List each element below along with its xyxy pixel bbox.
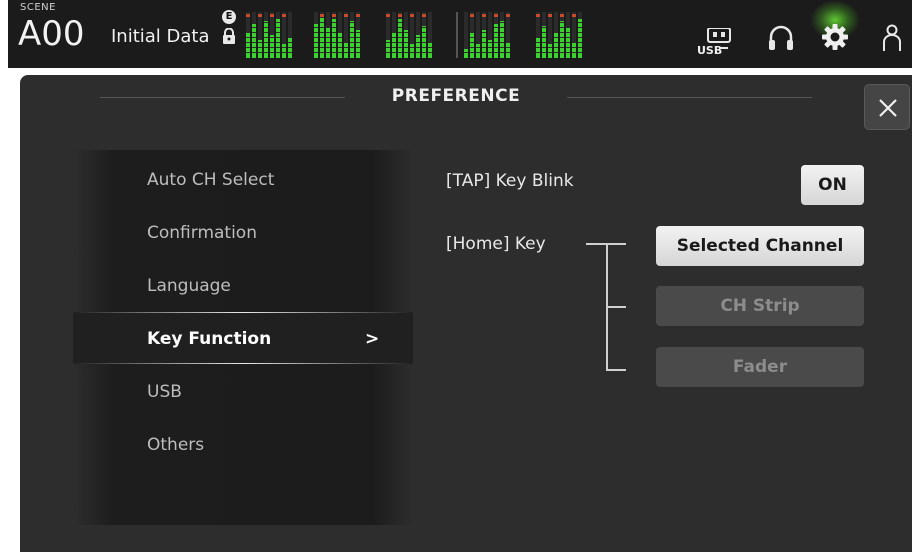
scene-label: SCENE (20, 2, 56, 13)
user-icon[interactable] (882, 24, 902, 52)
page-title: PREFERENCE (391, 86, 521, 106)
meter-channel (282, 12, 286, 58)
meter-channel (416, 12, 420, 58)
meter-channel (326, 12, 330, 58)
meter-channel (386, 12, 390, 58)
preference-menu: Auto CH Select Confirmation Language Key… (73, 150, 413, 525)
tap-key-blink-label: [TAP] Key Blink (446, 171, 574, 191)
meter-channel (464, 12, 468, 58)
top-bar: SCENE A00 Initial Data E USB (8, 0, 912, 68)
meter-channel (344, 12, 348, 58)
meter-group (314, 8, 360, 58)
home-key-label: [Home] Key (446, 234, 546, 254)
meter-channel (392, 12, 396, 58)
meter-group (386, 8, 432, 58)
meter-channel (356, 12, 360, 58)
meter-channel (470, 12, 474, 58)
edit-flag-icon: E (222, 10, 236, 24)
menu-item-others[interactable]: Others (147, 435, 204, 455)
meter-separator (456, 12, 458, 58)
usb-icon[interactable]: USB (696, 28, 732, 56)
meter-channel (482, 12, 486, 58)
meter-channel (578, 12, 582, 58)
tap-key-blink-toggle[interactable]: ON (801, 165, 864, 205)
meter-channel (566, 12, 570, 58)
meter-channel (494, 12, 498, 58)
svg-text:USB: USB (697, 44, 722, 56)
meter-channel (404, 12, 408, 58)
meter-channel (560, 12, 564, 58)
meter-channel (554, 12, 558, 58)
meter-channel (258, 12, 262, 58)
meter-channel (276, 12, 280, 58)
home-key-option-fader[interactable]: Fader (656, 347, 864, 387)
home-key-option-selected-channel[interactable]: Selected Channel (656, 226, 864, 266)
title-divider-right (567, 97, 812, 98)
close-button[interactable] (864, 84, 910, 130)
title-divider-left (100, 97, 345, 98)
menu-arrow-icon: > (365, 329, 380, 349)
branch-line (606, 369, 626, 371)
meter-channel (288, 12, 292, 58)
meter-channel (350, 12, 354, 58)
meter-channel (542, 12, 546, 58)
meter-group (464, 8, 510, 58)
selection-line-top (73, 312, 413, 313)
menu-item-key-function[interactable]: Key Function (147, 329, 271, 349)
meter-channel (428, 12, 432, 58)
scene-name[interactable]: Initial Data (111, 26, 210, 47)
meter-channel (410, 12, 414, 58)
meter-channel (536, 12, 540, 58)
menu-item-auto-ch-select[interactable]: Auto CH Select (147, 170, 274, 190)
preference-tab[interactable] (810, 0, 860, 64)
meter-group (246, 8, 292, 58)
branch-line (606, 306, 626, 308)
meter-group (536, 8, 582, 58)
headphones-icon[interactable] (768, 24, 794, 52)
meter-channel (252, 12, 256, 58)
meter-channel (506, 12, 510, 58)
meter-channel (270, 12, 274, 58)
meter-channel (338, 12, 342, 58)
meter-channel (332, 12, 336, 58)
home-key-option-ch-strip[interactable]: CH Strip (656, 286, 864, 326)
lock-icon (223, 28, 235, 44)
meter-channel (488, 12, 492, 58)
meter-channel (320, 12, 324, 58)
meter-channel (476, 12, 480, 58)
meter-channel (500, 12, 504, 58)
meter-channel (422, 12, 426, 58)
selection-line-bottom (73, 363, 413, 364)
gear-icon (822, 24, 848, 50)
meter-channel (572, 12, 576, 58)
meter-channel (264, 12, 268, 58)
menu-item-confirmation[interactable]: Confirmation (147, 223, 257, 243)
menu-item-usb[interactable]: USB (147, 382, 182, 402)
close-icon (879, 99, 897, 117)
menu-item-language[interactable]: Language (147, 276, 231, 296)
meter-channel (548, 12, 552, 58)
meter-channel (246, 12, 250, 58)
scene-number[interactable]: A00 (18, 14, 85, 54)
meter-channel (314, 12, 318, 58)
meter-channel (398, 12, 402, 58)
